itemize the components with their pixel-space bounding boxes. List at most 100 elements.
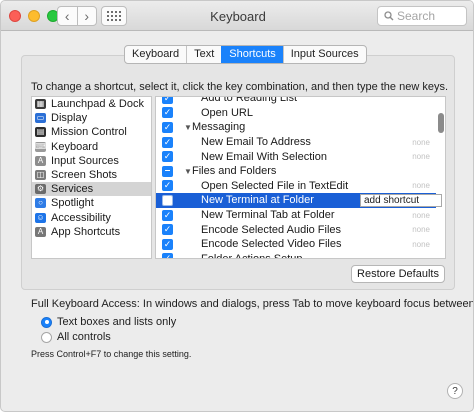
service-label: Open URL	[201, 106, 253, 119]
radio-label: Text boxes and lists only	[57, 316, 177, 328]
category-label: Spotlight	[51, 197, 94, 210]
category-label: Keyboard	[51, 140, 99, 153]
service-checkbox[interactable]: ✓	[162, 253, 173, 258]
service-checkbox[interactable]: ✓	[162, 180, 173, 192]
keyboard-access-hint: Press Control+F7 to change this setting.	[31, 349, 192, 359]
service-checkbox[interactable]: ✓	[162, 136, 173, 148]
shortcut-value[interactable]: none	[412, 211, 430, 220]
radio-label: All controls	[57, 331, 111, 343]
shortcut-value[interactable]: none	[412, 138, 430, 147]
launchpad-icon: ▦	[35, 99, 46, 110]
category-item[interactable]: ▤ Mission Control	[32, 125, 151, 139]
service-label: Files and Folders	[192, 165, 277, 178]
help-button[interactable]: ?	[447, 383, 463, 399]
category-item[interactable]: ○ Spotlight	[32, 196, 151, 210]
preferences-tabs: Keyboard Text Shortcuts Input Sources	[124, 45, 367, 64]
screenshot-icon: ◫	[35, 170, 46, 181]
service-checkbox[interactable]	[162, 194, 173, 206]
service-checkbox[interactable]: ✓	[162, 209, 173, 221]
service-row[interactable]: New Terminal at Folder add shortcut	[156, 193, 442, 208]
service-checkbox[interactable]: ✓	[162, 97, 173, 104]
services-shortcut-list[interactable]: ✓ Add to Reading List ✓ Open URL ✓ ▼ Messaging…	[155, 96, 446, 259]
input-sources-icon: A	[35, 155, 46, 166]
service-row[interactable]: ✓ Open Selected File in TextEdit none	[156, 179, 436, 194]
category-label: App Shortcuts	[51, 225, 121, 238]
service-checkbox[interactable]: ✓	[162, 121, 173, 133]
service-label: New Email With Selection	[201, 150, 327, 163]
tab-input-sources[interactable]: Input Sources	[282, 46, 366, 63]
category-item[interactable]: ▦ Launchpad & Dock	[32, 97, 151, 111]
radio-text-boxes-and-lists[interactable]: Text boxes and lists only	[41, 316, 176, 328]
service-row[interactable]: ✓ New Email With Selection none	[156, 149, 436, 164]
shortcut-category-list[interactable]: ▦ Launchpad & Dock ▭ Display ▤ Mission Contro…	[31, 96, 152, 259]
spotlight-icon: ○	[35, 198, 46, 209]
add-shortcut-field[interactable]: add shortcut	[360, 193, 442, 207]
keyboard-icon: ⌨	[34, 141, 47, 152]
shortcut-value[interactable]: none	[412, 225, 430, 234]
category-item[interactable]: ▭ Display	[32, 111, 151, 125]
tab-shortcuts[interactable]: Shortcuts	[221, 46, 283, 63]
service-checkbox[interactable]: ✓	[162, 238, 173, 250]
search-field[interactable]	[377, 6, 467, 26]
disclosure-triangle-icon[interactable]: ▼	[184, 123, 192, 132]
gear-icon: ⚙	[35, 184, 46, 195]
restore-defaults-button[interactable]: Restore Defaults	[351, 265, 445, 283]
service-label: Folder Actions Setup	[201, 252, 303, 259]
category-label: Display	[51, 112, 88, 125]
category-label: Launchpad & Dock	[51, 98, 144, 111]
category-item[interactable]: ◫ Screen Shots	[32, 168, 151, 182]
service-checkbox[interactable]: –	[162, 165, 173, 177]
shortcut-value[interactable]: none	[412, 152, 430, 161]
category-item[interactable]: ⚙ Services	[32, 182, 151, 197]
category-label: Screen Shots	[51, 169, 118, 182]
tab-text[interactable]: Text	[186, 46, 221, 63]
category-item[interactable]: ⌨ Keyboard	[32, 140, 151, 154]
service-group-row[interactable]: – ▼ Files and Folders	[156, 164, 436, 179]
service-label: Add to Reading List	[201, 96, 298, 105]
service-label: Messaging	[192, 121, 246, 134]
shortcut-value[interactable]: none	[412, 181, 430, 190]
service-label: Open Selected File in TextEdit	[201, 179, 349, 192]
service-row[interactable]: ✓ Folder Actions Setup	[156, 252, 436, 259]
title-bar[interactable]: ‹ › Keyboard	[1, 1, 473, 31]
service-group-row[interactable]: ✓ ▼ Messaging	[156, 120, 436, 135]
disclosure-triangle-icon[interactable]: ▼	[184, 167, 192, 176]
radio-unselected-indicator[interactable]	[41, 331, 52, 343]
service-label: Encode Selected Audio Files	[201, 223, 342, 236]
service-checkbox[interactable]: ✓	[162, 107, 173, 119]
category-label: Services	[51, 183, 94, 196]
question-mark-icon: ?	[452, 385, 458, 397]
service-label: Encode Selected Video Files	[201, 238, 342, 251]
full-keyboard-access-label: Full Keyboard Access: In windows and dia…	[31, 298, 474, 310]
shortcut-value[interactable]: none	[412, 240, 430, 249]
service-label: New Terminal Tab at Folder	[201, 209, 335, 222]
service-row[interactable]: ✓ Encode Selected Audio Files none	[156, 222, 436, 237]
service-label: New Terminal at Folder	[201, 194, 314, 207]
keyboard-preferences-window: ‹ › Keyboard Keyboard Text Shortcuts Inp…	[0, 0, 474, 412]
category-label: Accessibility	[51, 211, 111, 224]
service-label: New Email To Address	[201, 136, 311, 149]
shortcut-instructions: To change a shortcut, select it, click t…	[31, 81, 449, 93]
radio-all-controls[interactable]: All controls	[41, 331, 111, 343]
app-shortcuts-icon: A	[35, 226, 46, 237]
service-row[interactable]: ✓ Add to Reading List	[156, 96, 436, 106]
category-item[interactable]: A Input Sources	[32, 154, 151, 168]
search-icon	[384, 11, 394, 21]
service-checkbox[interactable]: ✓	[162, 224, 173, 236]
mission-control-icon: ▤	[35, 127, 46, 138]
display-icon: ▭	[35, 113, 46, 124]
radio-selected-indicator[interactable]	[41, 316, 52, 328]
accessibility-icon: ☺	[35, 212, 46, 223]
category-label: Input Sources	[51, 154, 119, 167]
services-list-scrollbar[interactable]	[438, 113, 444, 133]
service-checkbox[interactable]: ✓	[162, 151, 173, 163]
category-label: Mission Control	[51, 126, 127, 139]
search-input[interactable]	[397, 9, 457, 23]
tab-keyboard[interactable]: Keyboard	[125, 46, 186, 63]
service-row[interactable]: ✓ New Terminal Tab at Folder none	[156, 208, 436, 223]
service-row[interactable]: ✓ Open URL	[156, 106, 436, 121]
category-item[interactable]: A App Shortcuts	[32, 225, 151, 239]
service-row[interactable]: ✓ Encode Selected Video Files none	[156, 237, 436, 252]
service-row[interactable]: ✓ New Email To Address none	[156, 135, 436, 150]
category-item[interactable]: ☺ Accessibility	[32, 211, 151, 225]
